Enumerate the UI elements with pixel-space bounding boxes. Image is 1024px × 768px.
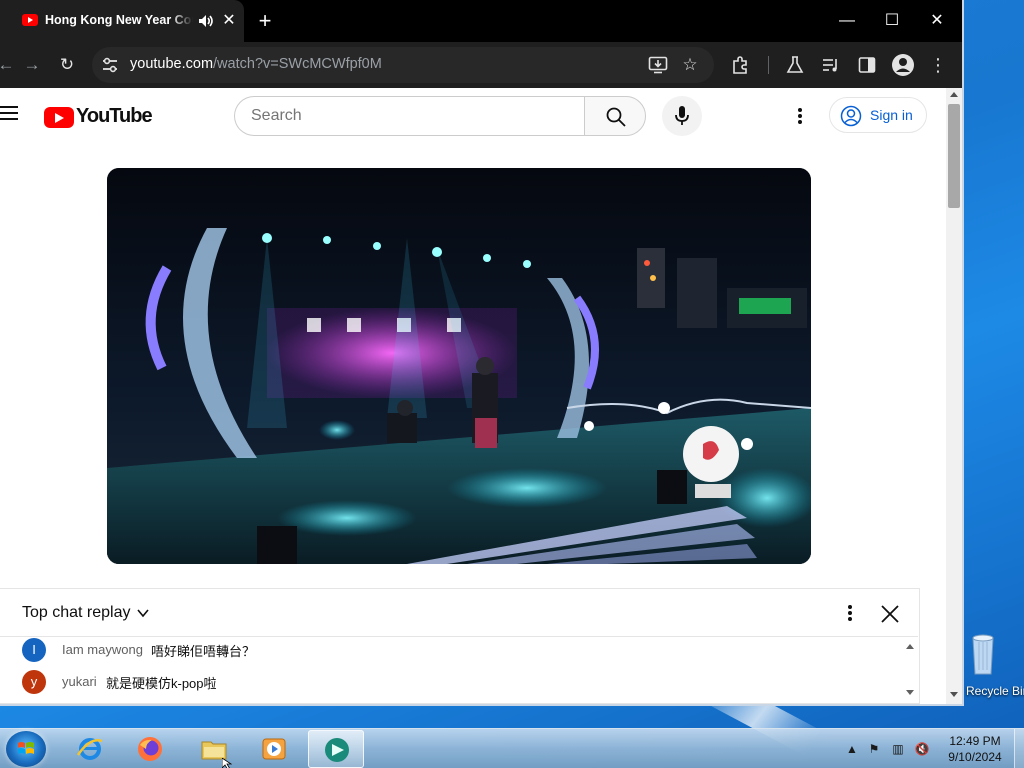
recycle-bin-icon	[972, 634, 994, 675]
browser-toolbar: ← → ↻ youtube.com/watch?v=SWcMCWfpf0M ☆	[0, 42, 962, 88]
sign-in-label: Sign in	[870, 107, 913, 123]
close-window-button[interactable]: ✕	[922, 6, 952, 36]
taskbar: ▲ ⚑ ▥ 🔇 12:49 PM 9/10/2024	[0, 728, 1024, 768]
taskbar-media-player[interactable]	[246, 730, 302, 768]
taskbar-file-explorer[interactable]	[186, 730, 242, 768]
youtube-favicon-icon	[22, 14, 38, 26]
labs-flask-icon[interactable]	[785, 55, 805, 75]
recycle-bin-label: Recycle Bin	[966, 684, 1024, 698]
media-player-icon	[262, 738, 286, 760]
speaker-icon[interactable]	[197, 12, 215, 30]
clock-time: 12:49 PM	[949, 734, 1001, 748]
recycle-bin-shortcut[interactable]: Recycle Bin	[962, 630, 1024, 702]
toolbar-divider	[768, 56, 769, 74]
minimize-button[interactable]: —	[832, 6, 862, 36]
browser-window: Hong Kong New Year Countdown ✕ + — ☐ ✕ ←…	[0, 0, 962, 704]
avatar[interactable]: y	[22, 670, 46, 694]
url-host: youtube.com	[130, 56, 214, 72]
system-tray: ▲ ⚑ ▥ 🔇 12:49 PM 9/10/2024	[840, 729, 1024, 768]
close-icon[interactable]	[878, 602, 902, 626]
chevron-down-icon[interactable]	[136, 606, 150, 620]
chat-mode-label[interactable]: Top chat replay	[22, 604, 131, 622]
mouse-cursor-icon	[222, 758, 232, 768]
reload-icon[interactable]: ↻	[55, 53, 79, 77]
action-center-flag-icon[interactable]: ⚑	[866, 741, 882, 757]
taskbar-active-app[interactable]	[308, 730, 364, 768]
page-scrollbar[interactable]	[946, 88, 962, 704]
voice-search-button[interactable]	[662, 96, 702, 136]
chat-author[interactable]: Iam maywong	[62, 642, 143, 657]
chat-author[interactable]: yukari	[62, 674, 97, 689]
back-arrow-icon[interactable]: ←	[0, 53, 18, 77]
media-controls-icon[interactable]	[821, 55, 841, 75]
clock-date: 9/10/2024	[948, 750, 1002, 764]
install-app-icon[interactable]	[648, 56, 668, 74]
chat-more-icon[interactable]	[840, 602, 860, 624]
network-icon[interactable]: ▥	[890, 741, 906, 757]
chat-text: 就是硬模仿k-pop啦	[106, 676, 217, 691]
search-icon	[606, 107, 626, 127]
chat-message: I Iam maywong 唔好睇佢唔轉台？	[22, 638, 882, 664]
new-tab-button[interactable]: +	[254, 8, 276, 34]
firefox-icon	[138, 737, 162, 761]
forward-arrow-icon[interactable]: →	[20, 53, 44, 77]
search-input[interactable]	[251, 105, 571, 127]
start-button[interactable]	[6, 731, 46, 767]
chat-scroll-up-arrow[interactable]	[906, 644, 914, 649]
youtube-play-icon	[44, 107, 74, 128]
chat-message-list[interactable]: I Iam maywong 唔好睇佢唔轉台？ y yukari 就是硬模仿k-p…	[0, 638, 918, 704]
sign-in-button[interactable]: Sign in	[829, 97, 927, 133]
tab-youtube[interactable]: Hong Kong New Year Countdown ✕	[0, 0, 244, 42]
site-info-icon[interactable]	[100, 55, 120, 75]
scroll-up-arrow[interactable]	[950, 92, 958, 97]
side-panel-icon[interactable]	[857, 55, 877, 75]
address-bar[interactable]: youtube.com/watch?v=SWcMCWfpf0M ☆	[92, 47, 714, 83]
live-chat-panel: Top chat replay I Iam maywong 唔好睇佢唔轉台？ y…	[0, 588, 920, 704]
browser-titlebar: Hong Kong New Year Countdown ✕ + — ☐ ✕	[0, 0, 962, 42]
show-desktop-button[interactable]	[1014, 729, 1024, 768]
video-player[interactable]	[107, 168, 811, 564]
chat-message: y yukari 就是硬模仿k-pop啦	[22, 670, 882, 696]
system-clock[interactable]: 12:49 PM 9/10/2024	[940, 733, 1010, 765]
url-path: /watch?v=SWcMCWfpf0M	[213, 56, 382, 72]
tab-title: Hong Kong New Year Countdown	[45, 13, 193, 27]
chat-header: Top chat replay	[0, 589, 918, 637]
account-circle-icon	[840, 105, 862, 127]
video-frame-concert-stage	[107, 168, 811, 564]
tab-close-icon[interactable]: ✕	[221, 12, 237, 30]
hamburger-menu-icon[interactable]	[0, 106, 20, 122]
profile-avatar-icon[interactable]	[891, 53, 915, 77]
extensions-icon[interactable]	[731, 55, 751, 75]
search-box	[234, 96, 584, 136]
avatar[interactable]: I	[22, 638, 46, 662]
youtube-logo-text: YouTube	[76, 105, 153, 127]
chat-scroll-down-arrow[interactable]	[906, 690, 914, 695]
youtube-page: YouTube Search Sign in Top chat replay I…	[0, 88, 946, 704]
maximize-button[interactable]: ☐	[877, 6, 907, 36]
browser-menu-icon[interactable]: ⋮	[926, 53, 950, 77]
scroll-thumb[interactable]	[948, 104, 960, 208]
star-icon[interactable]: ☆	[678, 53, 702, 77]
show-hidden-icons-icon[interactable]: ▲	[844, 741, 860, 757]
volume-muted-icon[interactable]: 🔇	[914, 741, 930, 757]
internet-explorer-icon	[76, 738, 103, 760]
windows-logo-icon	[18, 742, 34, 754]
url-text[interactable]: youtube.com/watch?v=SWcMCWfpf0M	[130, 56, 382, 72]
scroll-down-arrow[interactable]	[950, 692, 958, 697]
taskbar-firefox[interactable]	[122, 730, 178, 768]
settings-more-icon[interactable]	[790, 105, 810, 127]
chat-text: 唔好睇佢唔轉台？	[151, 644, 256, 659]
youtube-logo[interactable]: YouTube	[44, 105, 153, 129]
search-button[interactable]	[584, 96, 646, 136]
app-icon	[325, 738, 349, 762]
microphone-icon	[675, 106, 689, 125]
taskbar-internet-explorer[interactable]	[62, 730, 118, 768]
